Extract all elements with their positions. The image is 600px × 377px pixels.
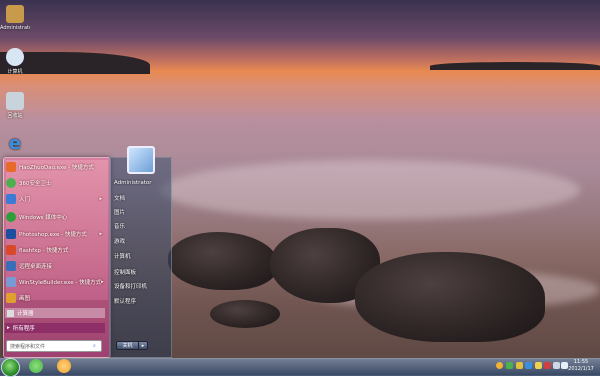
search-placeholder: 搜索程序和文件 (10, 343, 46, 350)
desktop-icon-label: 回收站 (7, 113, 23, 119)
search-icon: ⌕ (93, 343, 96, 349)
island-right (430, 62, 600, 70)
desktop-icon-computer[interactable]: 计算机 (0, 48, 30, 75)
tray-icon-4[interactable] (525, 362, 532, 369)
app-icon (6, 162, 16, 172)
360-browser-icon[interactable] (29, 359, 43, 373)
computer-icon (6, 48, 24, 66)
program-item[interactable]: 画图 (6, 291, 102, 305)
getting-started-icon (6, 194, 16, 204)
photoshop-icon (6, 229, 16, 239)
program-item[interactable]: HaoZhuoDao.exe - 快捷方式 (6, 160, 102, 174)
arrow-right-icon: ▸ (7, 325, 10, 331)
submenu-arrow-icon: ▸ (99, 196, 102, 202)
program-label: flashfxp - 快捷方式 (19, 248, 69, 254)
taskbar-clock[interactable]: 11:55 2012/1/17 (566, 359, 596, 373)
shutdown-options-button[interactable]: ▸ (139, 341, 148, 350)
submenu-arrow-icon: ▸ (101, 279, 104, 285)
program-item[interactable]: 入门 ▸ (6, 192, 102, 206)
ie-icon: e (8, 133, 22, 154)
program-item[interactable]: WinStyleBuilder.exe - 快捷方式 ▸ (6, 275, 104, 289)
clock-time: 11:55 (573, 359, 589, 365)
network-icon[interactable] (553, 362, 560, 369)
desktop-icon-label: 计算机 (7, 69, 23, 75)
paint-icon (6, 293, 16, 303)
program-label: 计算器 (17, 311, 34, 317)
program-item[interactable]: 360安全卫士 (6, 176, 102, 190)
program-item[interactable]: Photoshop.exe - 快捷方式 ▸ (6, 227, 102, 241)
program-label: 入门 (19, 197, 31, 203)
start-right-item-control-panel[interactable]: 控制面板 (114, 268, 136, 276)
all-programs-button[interactable]: ▸ 所有程序 (5, 323, 105, 333)
rock-4 (210, 300, 280, 328)
shutdown-button[interactable]: 关机 (116, 341, 139, 350)
program-item[interactable]: 远程桌面连接 (6, 259, 102, 273)
start-right-item-pictures[interactable]: 图片 (114, 208, 125, 216)
start-right-item-computer[interactable]: 计算机 (114, 252, 131, 260)
shield-icon (6, 178, 16, 188)
desktop-icon-ie[interactable]: e (0, 135, 30, 155)
tray-icon-1[interactable] (496, 362, 503, 369)
rock-1 (168, 232, 278, 290)
desktop-icon-administrator[interactable]: Administrator (0, 5, 30, 31)
all-programs-label: 所有程序 (12, 326, 35, 332)
program-label: 画图 (19, 296, 31, 302)
safe-icon[interactable] (57, 359, 71, 373)
calculator-icon (7, 309, 14, 317)
builder-icon (6, 277, 16, 287)
program-label: Photoshop.exe - 快捷方式 (19, 232, 87, 238)
start-button[interactable] (1, 358, 20, 377)
start-right-item-devices-printers[interactable]: 设备和打印机 (114, 282, 147, 290)
program-label: HaoZhuoDao.exe - 快捷方式 (19, 165, 94, 171)
tray-icon-3[interactable] (516, 362, 523, 369)
wave-foam (160, 160, 580, 220)
highlighted-program[interactable]: 计算器 (5, 308, 105, 318)
start-right-item-administrator[interactable]: Administrator (114, 180, 152, 186)
tray-icon-6[interactable] (544, 362, 551, 369)
start-right-item-default-programs[interactable]: 默认程序 (114, 297, 136, 305)
tray-icon-5[interactable] (535, 362, 542, 369)
program-label: 360安全卫士 (19, 181, 52, 187)
start-right-item-documents[interactable]: 文档 (114, 194, 125, 202)
clock-date: 2012/1/17 (568, 366, 594, 372)
user-folder-icon (6, 5, 24, 23)
program-label: WinStyleBuilder.exe - 快捷方式 (19, 280, 102, 286)
tray-icon-2[interactable] (506, 362, 513, 369)
media-center-icon (6, 212, 16, 222)
shutdown-control: 关机 ▸ (116, 341, 148, 350)
rock-3 (355, 252, 545, 342)
start-right-item-games[interactable]: 游戏 (114, 237, 125, 245)
program-label: Windows 媒体中心 (19, 215, 68, 221)
start-right-item-music[interactable]: 音乐 (114, 222, 125, 230)
ftp-icon (6, 245, 16, 255)
submenu-arrow-icon: ▸ (99, 231, 102, 237)
program-label: 远程桌面连接 (19, 264, 53, 270)
desktop-icon-label: Administrator (0, 25, 30, 31)
search-input[interactable]: 搜索程序和文件 ⌕ (6, 340, 102, 352)
recycle-bin-icon (6, 92, 24, 110)
remote-desktop-icon (6, 261, 16, 271)
user-avatar[interactable] (127, 146, 155, 174)
desktop-icon-recycle-bin[interactable]: 回收站 (0, 92, 30, 119)
program-item[interactable]: flashfxp - 快捷方式 (6, 243, 102, 257)
program-item[interactable]: Windows 媒体中心 (6, 210, 102, 224)
